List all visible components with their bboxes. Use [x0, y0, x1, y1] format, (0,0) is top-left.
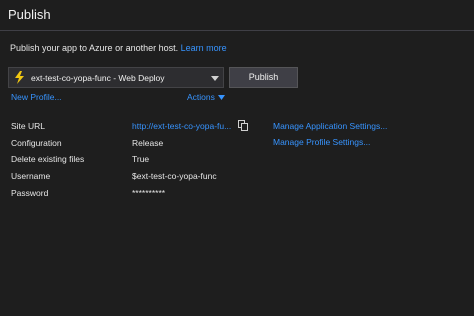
- chevron-down-icon: [217, 94, 225, 100]
- profile-dropdown[interactable]: ext-test-co-yopa-func - Web Deploy: [8, 67, 224, 88]
- learn-more-link[interactable]: Learn more: [181, 43, 227, 53]
- delete-existing-files-label: Delete existing files: [11, 154, 85, 164]
- password-value: **********: [132, 188, 166, 198]
- delete-existing-files-value: True: [132, 154, 150, 164]
- username-value: $ext-test-co-yopa-func: [132, 171, 217, 181]
- header-divider: [0, 30, 474, 31]
- publish-button[interactable]: Publish: [229, 67, 298, 88]
- intro-line: Publish your app to Azure or another hos…: [10, 43, 227, 53]
- publish-page: Publish Publish your app to Azure or ano…: [0, 0, 474, 316]
- chevron-down-icon: [210, 73, 220, 83]
- new-profile-link[interactable]: New Profile...: [11, 92, 62, 102]
- username-label: Username: [11, 171, 51, 181]
- page-title: Publish: [8, 7, 51, 22]
- azure-functions-icon: [13, 71, 26, 84]
- intro-text: Publish your app to Azure or another hos…: [10, 43, 179, 53]
- manage-app-settings-link[interactable]: Manage Application Settings...: [273, 121, 387, 131]
- site-url-link[interactable]: http://ext-test-co-yopa-fu...: [132, 121, 231, 131]
- manage-profile-settings-link[interactable]: Manage Profile Settings...: [273, 137, 370, 147]
- password-label: Password: [11, 188, 49, 198]
- copy-icon[interactable]: [238, 120, 248, 131]
- configuration-value: Release: [132, 138, 164, 148]
- site-url-label: Site URL: [11, 121, 46, 131]
- actions-label: Actions: [187, 92, 215, 102]
- actions-menu[interactable]: Actions: [187, 92, 225, 102]
- profile-selected-value: ext-test-co-yopa-func - Web Deploy: [31, 72, 165, 83]
- configuration-label: Configuration: [11, 138, 62, 148]
